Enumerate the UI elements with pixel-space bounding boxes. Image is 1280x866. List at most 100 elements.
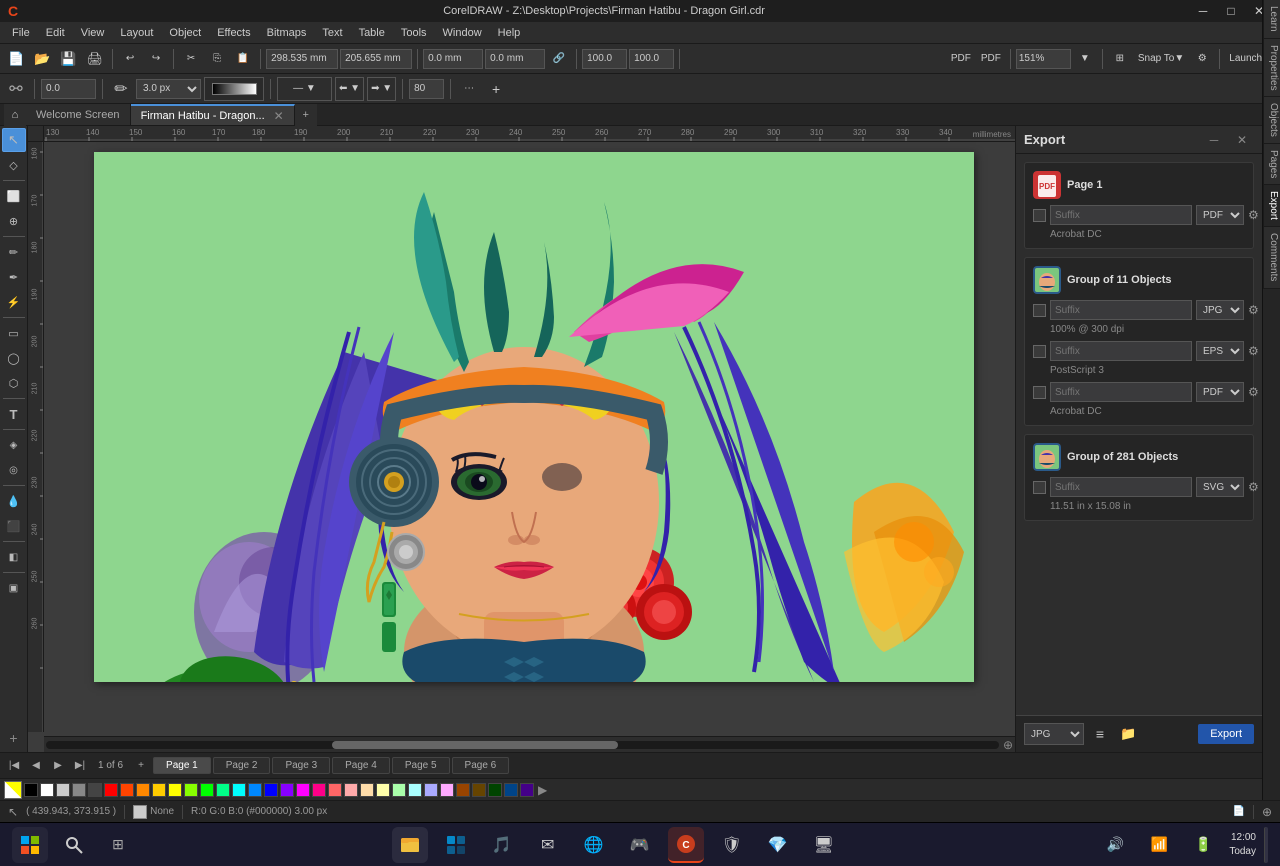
print-button[interactable]: 🖨 bbox=[83, 47, 108, 71]
scale-h-input[interactable] bbox=[629, 49, 674, 69]
taskbar-browser[interactable]: 🌐 bbox=[576, 827, 612, 863]
swatch-yellow[interactable] bbox=[168, 783, 182, 797]
swatch-red[interactable] bbox=[104, 783, 118, 797]
taskbar-corel[interactable]: C bbox=[668, 827, 704, 863]
more-options-btn[interactable]: ⋯ bbox=[457, 77, 481, 101]
color-none-swatch[interactable] bbox=[4, 781, 22, 799]
tool-polygon[interactable]: ⬡ bbox=[2, 371, 26, 395]
tray-network[interactable]: 📶 bbox=[1141, 827, 1177, 863]
cut-button[interactable]: ✂ bbox=[179, 47, 203, 71]
menu-text[interactable]: Text bbox=[314, 25, 350, 41]
swatch-white[interactable] bbox=[40, 783, 54, 797]
side-tab-properties[interactable]: Properties bbox=[1263, 39, 1280, 98]
tool-color[interactable]: ▣ bbox=[2, 576, 26, 600]
paste-button[interactable]: 📋 bbox=[231, 47, 255, 71]
grid-button[interactable]: ⊞ bbox=[1108, 47, 1132, 71]
canvas-document[interactable] bbox=[94, 152, 974, 682]
copy-button[interactable]: ⎘ bbox=[205, 47, 229, 71]
tool-freehand[interactable]: ✏ bbox=[2, 240, 26, 264]
minimize-button[interactable]: ─ bbox=[1190, 0, 1216, 22]
save-button[interactable]: 💾 bbox=[56, 47, 80, 71]
menu-file[interactable]: File bbox=[4, 25, 38, 41]
start-button[interactable] bbox=[12, 827, 48, 863]
side-tab-export[interactable]: Export bbox=[1263, 185, 1280, 227]
page-tab-5[interactable]: Page 5 bbox=[392, 757, 450, 774]
fill-color-box[interactable] bbox=[133, 805, 147, 819]
export-checkbox-group11-0[interactable] bbox=[1033, 304, 1046, 317]
side-tab-comments[interactable]: Comments bbox=[1263, 227, 1280, 288]
swatch-dark-purple[interactable] bbox=[520, 783, 534, 797]
export-suffix-group11-1[interactable] bbox=[1050, 341, 1192, 361]
home-tab[interactable]: ⌂ bbox=[4, 104, 26, 126]
swatch-dark-green[interactable] bbox=[488, 783, 502, 797]
export-checkbox-group11-1[interactable] bbox=[1033, 345, 1046, 358]
swatch-light-blue[interactable] bbox=[424, 783, 438, 797]
tool-contour[interactable]: ◎ bbox=[2, 458, 26, 482]
tool-shape[interactable]: ◇ bbox=[2, 153, 26, 177]
add-page-btn[interactable]: + bbox=[131, 756, 151, 776]
tool-select[interactable]: ↖ bbox=[2, 128, 26, 152]
scale-w-input[interactable] bbox=[582, 49, 627, 69]
swatch-magenta2[interactable] bbox=[312, 783, 326, 797]
tool-fill[interactable]: ⬛ bbox=[2, 514, 26, 538]
export-gear-group281-icon[interactable]: ⚙ bbox=[1248, 477, 1259, 497]
export-folder-btn[interactable]: 📁 bbox=[1116, 722, 1140, 746]
undo-button[interactable]: ↩ bbox=[118, 47, 142, 71]
lock-aspect-button[interactable]: 🔗 bbox=[547, 47, 571, 71]
swatch-mint[interactable] bbox=[392, 783, 406, 797]
side-tab-learn[interactable]: Learn bbox=[1263, 0, 1280, 39]
swatch-brown1[interactable] bbox=[456, 783, 470, 797]
taskbar-media[interactable]: 🎵 bbox=[484, 827, 520, 863]
page-next-btn[interactable]: ▶ bbox=[48, 756, 68, 776]
page-first-btn[interactable]: |◀ bbox=[4, 756, 24, 776]
tool-smart-fill[interactable]: ◧ bbox=[2, 545, 26, 569]
swatch-light-pink[interactable] bbox=[440, 783, 454, 797]
tool-ellipse[interactable]: ◯ bbox=[2, 346, 26, 370]
panel-close-btn[interactable]: ✕ bbox=[1230, 128, 1254, 152]
menu-layout[interactable]: Layout bbox=[112, 25, 161, 41]
side-tab-objects[interactable]: Objects bbox=[1263, 97, 1280, 144]
tab-close-icon[interactable]: ✕ bbox=[274, 109, 284, 123]
maximize-button[interactable]: □ bbox=[1218, 0, 1244, 22]
page-tab-3[interactable]: Page 3 bbox=[272, 757, 330, 774]
swatch-orange2[interactable] bbox=[136, 783, 150, 797]
export-suffix-page1[interactable] bbox=[1050, 205, 1192, 225]
swatch-gray3[interactable] bbox=[88, 783, 102, 797]
swatch-light-cyan[interactable] bbox=[408, 783, 422, 797]
export-format-group281[interactable]: SVGPDFJPGEPS bbox=[1196, 477, 1244, 497]
taskbar-explorer[interactable] bbox=[392, 827, 428, 863]
new-button[interactable]: 📄 bbox=[4, 47, 28, 71]
tool-rect[interactable]: ▭ bbox=[2, 321, 26, 345]
tool-pen[interactable]: ✒ bbox=[2, 265, 26, 289]
taskbar-app2[interactable]: 💎 bbox=[760, 827, 796, 863]
menu-window[interactable]: Window bbox=[435, 25, 490, 41]
menu-view[interactable]: View bbox=[73, 25, 113, 41]
export-gear-group11-1-icon[interactable]: ⚙ bbox=[1248, 341, 1259, 361]
swatch-dark-blue[interactable] bbox=[504, 783, 518, 797]
export-checkbox-page1[interactable] bbox=[1033, 209, 1046, 222]
swatch-pink1[interactable] bbox=[328, 783, 342, 797]
export-format-group11-2[interactable]: PDFJPGPNGSVGEPS bbox=[1196, 382, 1244, 402]
show-desktop-btn[interactable] bbox=[1264, 827, 1268, 863]
colorbar-right-arrow[interactable]: ▶ bbox=[536, 783, 549, 797]
scroll-track[interactable] bbox=[46, 741, 999, 749]
tool-zoom[interactable]: ⊕ bbox=[2, 209, 26, 233]
menu-tools[interactable]: Tools bbox=[393, 25, 435, 41]
page-last-btn[interactable]: ▶| bbox=[70, 756, 90, 776]
taskbar-mail[interactable]: ✉ bbox=[530, 827, 566, 863]
zoom-level-input[interactable] bbox=[1016, 49, 1071, 69]
export-gear-group11-2-icon[interactable]: ⚙ bbox=[1248, 382, 1259, 402]
stroke-color-btn[interactable] bbox=[204, 77, 264, 101]
view-options-button[interactable]: ▼ bbox=[1073, 47, 1097, 71]
menu-edit[interactable]: Edit bbox=[38, 25, 73, 41]
tray-volume[interactable]: 🔊 bbox=[1097, 827, 1133, 863]
menu-object[interactable]: Object bbox=[161, 25, 209, 41]
export-suffix-group11-2[interactable] bbox=[1050, 382, 1192, 402]
tab-welcome[interactable]: Welcome Screen bbox=[26, 104, 131, 125]
zoom-out-button[interactable]: PDF bbox=[947, 47, 975, 71]
width-input[interactable] bbox=[423, 49, 483, 69]
canvas-content[interactable] bbox=[44, 142, 1015, 732]
clock[interactable]: 12:00 Today bbox=[1229, 831, 1256, 859]
zoom-fit-button[interactable]: PDF bbox=[977, 47, 1005, 71]
swatch-blue2[interactable] bbox=[264, 783, 278, 797]
